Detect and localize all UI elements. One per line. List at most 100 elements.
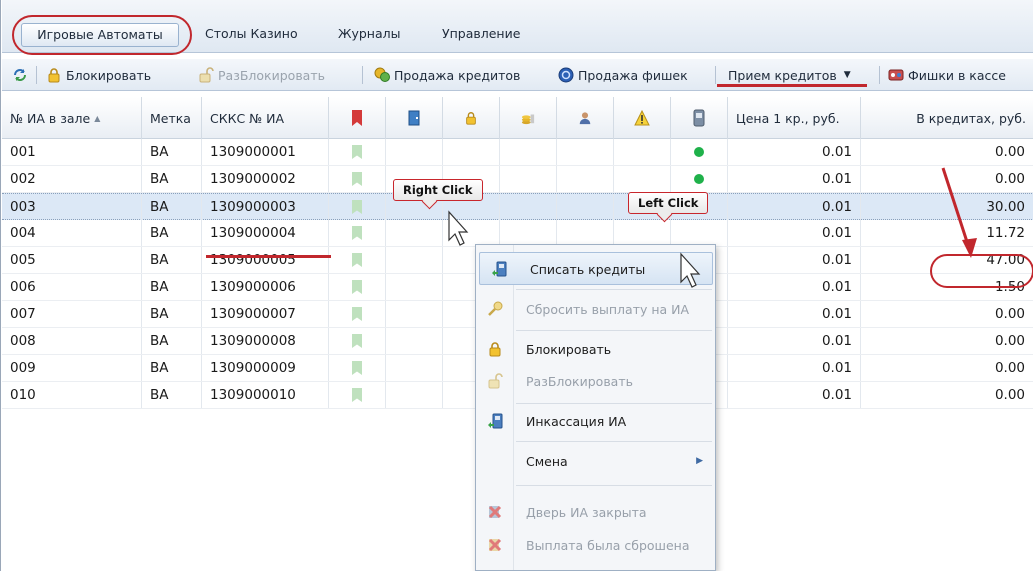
menu-item-collection[interactable]: Инкассация ИА bbox=[476, 405, 715, 438]
block-button[interactable]: Блокировать bbox=[46, 59, 151, 91]
cell-tag: BA bbox=[142, 247, 202, 273]
table-row[interactable]: 003 BA 1309000003 0.01 30.00 bbox=[2, 193, 1033, 220]
menu-item-unblock[interactable]: РазБлокировать bbox=[476, 365, 715, 398]
cell-tag: BA bbox=[142, 194, 202, 220]
toolbar-separator bbox=[879, 66, 880, 84]
submenu-arrow-icon: ▶ bbox=[696, 456, 703, 466]
menu-separator bbox=[516, 485, 712, 486]
column-header-machine[interactable] bbox=[671, 97, 728, 139]
column-header-skkc[interactable]: СККС № ИА bbox=[202, 97, 329, 139]
menu-separator bbox=[516, 330, 712, 331]
cell-empty bbox=[386, 274, 443, 300]
menu-separator bbox=[516, 289, 712, 290]
grid-header: № ИА в зале ▲ Метка СККС № ИА Цена 1 кр.… bbox=[2, 97, 1033, 139]
column-header-number[interactable]: № ИА в зале ▲ bbox=[2, 97, 142, 139]
cell-empty bbox=[500, 166, 557, 192]
cell-num: 006 bbox=[2, 274, 142, 300]
annotation-underline-accept-credits bbox=[717, 84, 867, 87]
column-header-lock[interactable] bbox=[443, 97, 500, 139]
cell-empty bbox=[500, 220, 557, 246]
sell-chips-button[interactable]: Продажа фишек bbox=[558, 59, 688, 91]
menu-item-block[interactable]: Блокировать bbox=[476, 333, 715, 366]
cell-price: 0.01 bbox=[728, 328, 861, 354]
column-header-price-label: Цена 1 кр., руб. bbox=[736, 110, 840, 126]
write-off-icon bbox=[492, 261, 507, 277]
cell-tag: BA bbox=[142, 166, 202, 192]
cell-bookmark bbox=[329, 247, 386, 273]
menu-item-label: Смена bbox=[526, 454, 568, 469]
key-icon bbox=[488, 301, 503, 316]
cell-credits: 11.72 bbox=[861, 220, 1033, 246]
column-header-price[interactable]: Цена 1 кр., руб. bbox=[728, 97, 861, 139]
cell-empty bbox=[386, 355, 443, 381]
chips-at-cashier-button[interactable]: Фишки в кассе bbox=[888, 59, 1006, 91]
cell-empty bbox=[557, 194, 614, 220]
sell-credits-button[interactable]: Продажа кредитов bbox=[374, 59, 520, 91]
cell-price: 0.01 bbox=[728, 166, 861, 192]
menu-item-door-closed[interactable]: Дверь ИА закрыта bbox=[476, 496, 715, 529]
menu-item-label: Блокировать bbox=[526, 342, 612, 357]
cell-num: 004 bbox=[2, 220, 142, 246]
cell-credits: 0.00 bbox=[861, 301, 1033, 327]
table-row[interactable]: 002 BA 1309000002 0.01 0.00 bbox=[2, 166, 1033, 193]
toolbar-separator bbox=[362, 66, 363, 84]
cell-bookmark bbox=[329, 274, 386, 300]
column-header-credits-label: В кредитах, руб. bbox=[916, 110, 1026, 126]
menu-item-label: Списать кредиты bbox=[530, 262, 646, 277]
menu-item-label: Инкассация ИА bbox=[526, 414, 627, 429]
cell-num: 002 bbox=[2, 166, 142, 192]
column-header-person[interactable] bbox=[557, 97, 614, 139]
cell-empty bbox=[614, 166, 671, 192]
sell-credits-label: Продажа кредитов bbox=[394, 67, 521, 83]
cell-empty bbox=[557, 139, 614, 165]
cell-num: 001 bbox=[2, 139, 142, 165]
cell-price: 0.01 bbox=[728, 355, 861, 381]
menu-item-payout-reset[interactable]: Выплата была сброшена bbox=[476, 529, 715, 562]
tab-management[interactable]: Управление bbox=[434, 24, 528, 46]
column-header-warning[interactable] bbox=[614, 97, 671, 139]
cell-empty bbox=[386, 328, 443, 354]
cell-skkc: 1309000001 bbox=[202, 139, 329, 165]
cell-skkc: 1309000008 bbox=[202, 328, 329, 354]
column-header-bookmark[interactable] bbox=[329, 97, 386, 139]
cell-status bbox=[671, 166, 728, 192]
bookmark-icon bbox=[352, 145, 362, 159]
unlock-icon bbox=[488, 373, 503, 389]
menu-item-write-off-credits[interactable]: Списать кредиты bbox=[479, 252, 713, 285]
cell-tag: BA bbox=[142, 139, 202, 165]
cell-price: 0.01 bbox=[728, 274, 861, 300]
sort-ascending-icon: ▲ bbox=[94, 113, 101, 123]
column-header-door[interactable] bbox=[386, 97, 443, 139]
coin-stack-icon bbox=[521, 114, 535, 125]
bookmark-red-icon bbox=[352, 110, 362, 126]
cell-credits: 0.00 bbox=[861, 382, 1033, 408]
unblock-button[interactable]: РазБлокировать bbox=[198, 59, 325, 91]
column-header-tag[interactable]: Метка bbox=[142, 97, 202, 139]
slot-machine-icon bbox=[693, 109, 705, 127]
context-menu: Списать кредиты Сбросить выплату на ИА Б… bbox=[475, 244, 716, 571]
menu-item-shift[interactable]: Смена ▶ bbox=[476, 445, 715, 478]
person-icon bbox=[579, 112, 591, 125]
annotation-left-click: Left Click bbox=[628, 192, 709, 214]
toolbar-separator bbox=[36, 66, 37, 84]
refresh-button[interactable] bbox=[12, 59, 28, 91]
menu-item-reset-payout[interactable]: Сбросить выплату на ИА bbox=[476, 293, 715, 326]
cell-bookmark bbox=[329, 301, 386, 327]
door-icon bbox=[408, 110, 420, 126]
cell-skkc: 1309000007 bbox=[202, 301, 329, 327]
cell-credits: 0.00 bbox=[861, 355, 1033, 381]
cell-empty bbox=[443, 220, 500, 246]
tab-journals[interactable]: Журналы bbox=[330, 24, 409, 46]
menu-item-label: Сбросить выплату на ИА bbox=[526, 302, 690, 317]
bookmark-icon bbox=[352, 253, 362, 267]
table-row[interactable]: 001 BA 1309000001 0.01 0.00 bbox=[2, 139, 1033, 166]
bookmark-icon bbox=[352, 334, 362, 348]
chips-icon bbox=[558, 67, 574, 83]
collection-icon bbox=[488, 413, 503, 429]
chevron-down-icon: ▼ bbox=[843, 70, 851, 80]
column-header-coins[interactable] bbox=[500, 97, 557, 139]
table-row[interactable]: 004 BA 1309000004 0.01 11.72 bbox=[2, 220, 1033, 247]
cell-bookmark bbox=[329, 166, 386, 192]
tab-casino-tables[interactable]: Столы Казино bbox=[197, 24, 306, 46]
column-header-credits[interactable]: В кредитах, руб. bbox=[861, 97, 1033, 139]
